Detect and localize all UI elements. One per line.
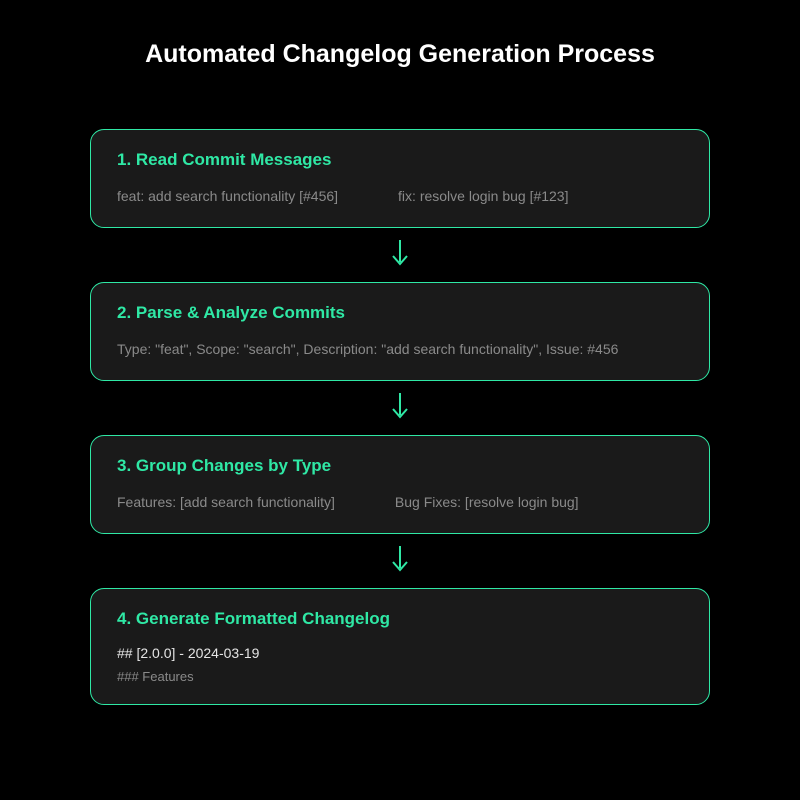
- commit-example-right: fix: resolve login bug [#123]: [398, 186, 568, 207]
- arrow-down-icon: [90, 238, 710, 272]
- parse-example: Type: "feat", Scope: "search", Descripti…: [117, 341, 618, 357]
- arrow-down-icon: [90, 391, 710, 425]
- step-body: Features: [add search functionality] Bug…: [117, 492, 683, 513]
- step-heading: 4. Generate Formatted Changelog: [117, 609, 683, 629]
- group-features: Features: [add search functionality]: [117, 492, 335, 513]
- group-bugfixes: Bug Fixes: [resolve login bug]: [395, 492, 579, 513]
- changelog-version-line: ## [2.0.0] - 2024-03-19: [117, 645, 683, 661]
- step-heading: 2. Parse & Analyze Commits: [117, 303, 683, 323]
- step-body: feat: add search functionality [#456] fi…: [117, 186, 683, 207]
- step-heading: 1. Read Commit Messages: [117, 150, 683, 170]
- diagram-title: Automated Changelog Generation Process: [90, 40, 710, 69]
- step-body: Type: "feat", Scope: "search", Descripti…: [117, 339, 683, 360]
- arrow-down-icon: [90, 544, 710, 578]
- changelog-section-line: ### Features: [117, 669, 683, 684]
- commit-example-left: feat: add search functionality [#456]: [117, 186, 338, 207]
- step-heading: 3. Group Changes by Type: [117, 456, 683, 476]
- step-card-2: 2. Parse & Analyze Commits Type: "feat",…: [90, 282, 710, 381]
- step-card-1: 1. Read Commit Messages feat: add search…: [90, 129, 710, 228]
- diagram-container: Automated Changelog Generation Process 1…: [0, 0, 800, 705]
- step-card-3: 3. Group Changes by Type Features: [add …: [90, 435, 710, 534]
- step-card-4: 4. Generate Formatted Changelog ## [2.0.…: [90, 588, 710, 705]
